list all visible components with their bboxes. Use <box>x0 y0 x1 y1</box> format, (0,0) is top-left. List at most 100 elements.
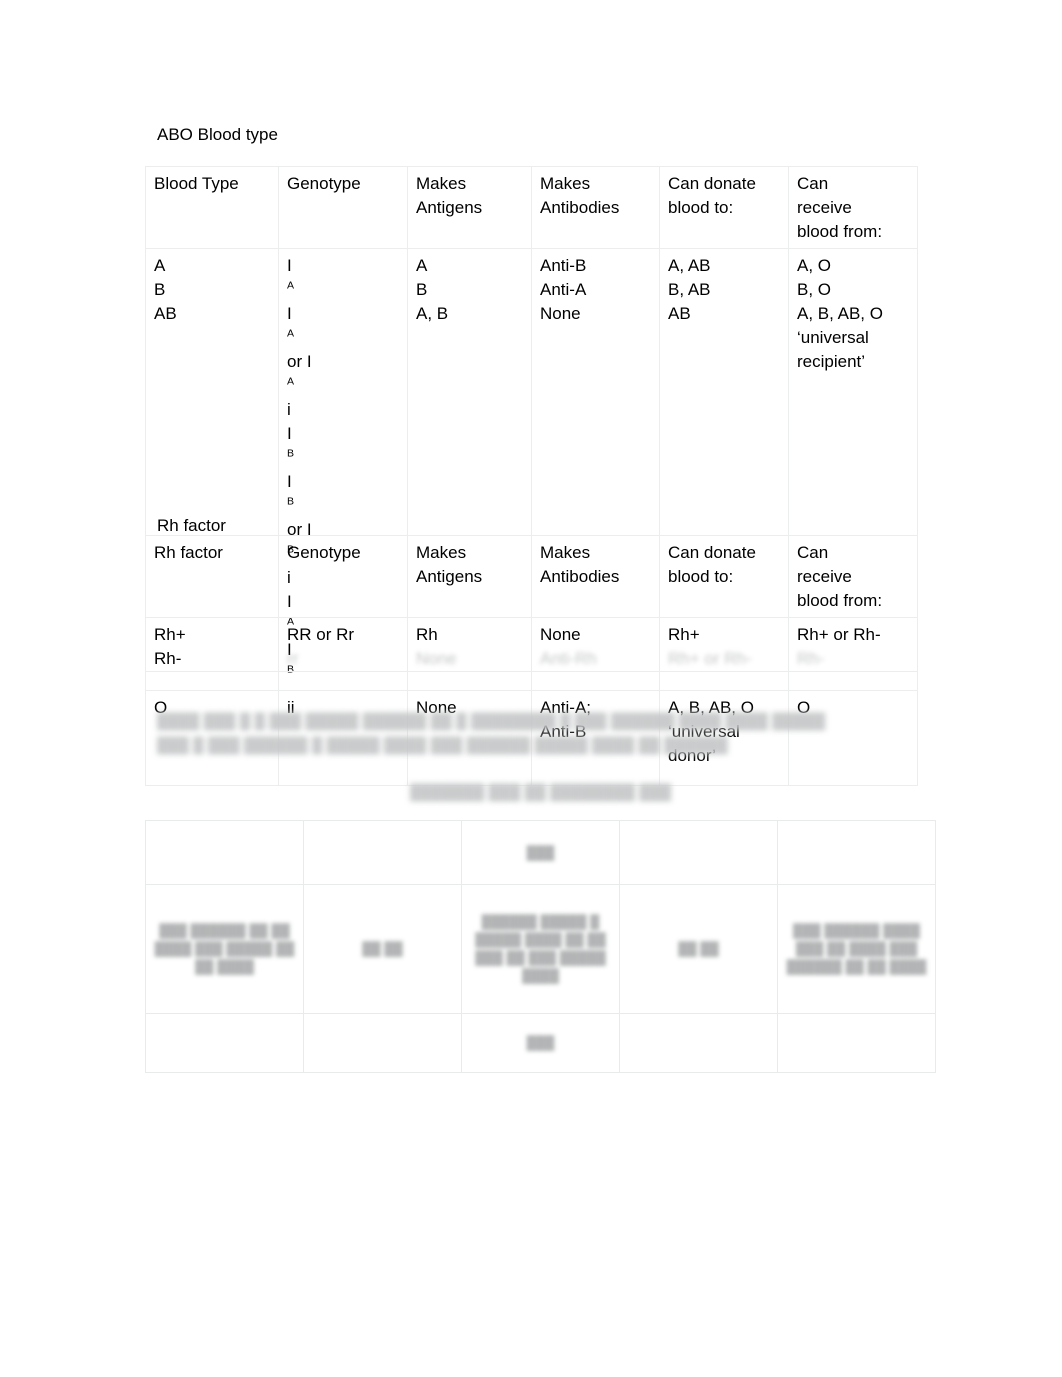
value-antibody: Anti-B <box>540 256 587 275</box>
cell-text: ███ ██████ ████ ███ ██ ████ ███ ██████ █… <box>786 923 927 974</box>
cell-text: ██ ██ <box>678 941 719 956</box>
obscured-paragraph-line: ████ ███ █ █ ███ █████ ██████ ██ █ █████… <box>157 713 826 730</box>
header-line: Blood Type <box>154 174 239 193</box>
value-can-donate: AB <box>668 304 691 323</box>
obscured-bottom-table: ███ ███ ██████ ██ ██ ████ ███ █████ ██ █… <box>145 820 936 1073</box>
value-blood-type: B <box>154 280 166 299</box>
header-cell-rh-factor: Rh factor <box>145 535 279 618</box>
cell-rh-genotypes: RR or Rr rr <box>278 617 408 672</box>
value-can-receive: B, O <box>797 280 832 299</box>
header-line: Can <box>797 543 829 562</box>
table-header-row: Blood Type Genotype Makes Antigens Makes… <box>145 166 918 249</box>
cell <box>303 1013 462 1073</box>
table-row: ███ <box>145 820 936 885</box>
header-line: Can donate <box>668 543 756 562</box>
value-blood-type: A <box>154 256 166 275</box>
obscured-paragraph: ████ ███ █ █ ███ █████ ██████ ██ █ █████… <box>157 710 857 758</box>
header-line: Antibodies <box>540 198 620 217</box>
header-cell-makes-antibodies: Makes Antibodies <box>531 535 660 618</box>
header-cell-can-donate: Can donate blood to: <box>659 166 789 249</box>
header-cell-blood-type: Blood Type <box>145 166 279 249</box>
value-can-receive: A, B, AB, O <box>797 304 883 323</box>
header-line: blood to: <box>668 567 734 586</box>
rh-factor-table: Rh factor Genotype Makes Antigens Makes … <box>145 535 918 672</box>
header-cell-genotype: Genotype <box>278 535 408 618</box>
value-can-receive: Rh+ or Rh- <box>797 625 881 644</box>
cell-text: ███ ██████ ██ ██ ████ ███ █████ ██ ██ ██… <box>154 923 295 974</box>
header-line: Can donate <box>668 174 756 193</box>
value-antibody: None <box>540 304 581 323</box>
header-cell-can-receive: Can receive blood from: <box>788 166 918 249</box>
value-rh-factor: Rh+ <box>154 625 186 644</box>
header-line: Can <box>797 174 829 193</box>
cell-text: ██████ █████ █ █████ ████ ██ ██ ███ ██ █… <box>475 914 606 983</box>
value-antigen: A, B <box>416 304 449 323</box>
table-row-rh: Rh+ Rh- RR or Rr rr Rh None None Anti-Rh… <box>145 617 918 672</box>
cell-rh-factor-values: Rh+ Rh- <box>145 617 279 672</box>
cell: ███ ██████ ████ ███ ██ ████ ███ ██████ █… <box>777 884 936 1014</box>
value-antibody: Anti-Rh <box>540 649 597 668</box>
table-row: ███ <box>145 1013 936 1073</box>
value-genotype: RR or Rr <box>287 625 355 644</box>
value-can-receive: ‘universal <box>797 328 869 347</box>
value-rh-factor: Rh- <box>154 649 182 668</box>
cell-text: ██ ██ <box>362 941 403 956</box>
cell <box>145 1013 304 1073</box>
header-line: Antigens <box>416 198 483 217</box>
rh-section-heading: Rh factor <box>157 516 226 535</box>
cell-rh-makes-antigens: Rh None <box>407 617 532 672</box>
obscured-subheading: ███████ ███ ██ ████████ ███ <box>410 784 672 801</box>
cell: ███ <box>461 1013 620 1073</box>
header-cell-makes-antigens: Makes Antigens <box>407 166 532 249</box>
value-can-donate: Rh+ <box>668 625 700 644</box>
value-antigen: A <box>416 256 428 275</box>
cell: ███ ██████ ██ ██ ████ ███ █████ ██ ██ ██… <box>145 884 304 1014</box>
abo-section-heading: ABO Blood type <box>157 125 278 144</box>
header-line: Makes <box>540 174 591 193</box>
table-row: ███ ██████ ██ ██ ████ ███ █████ ██ ██ ██… <box>145 884 936 1014</box>
cell <box>777 1013 936 1073</box>
header-line: Antigens <box>416 567 483 586</box>
cell <box>619 1013 778 1073</box>
value-antigen: B <box>416 280 428 299</box>
cell-rh-can-receive: Rh+ or Rh- Rh- <box>788 617 918 672</box>
value-can-receive: recipient’ <box>797 352 866 371</box>
obscured-paragraph-line: ███ █ ███ ██████ █ █████ ████ ███ ██████… <box>157 737 728 754</box>
header-line: blood from: <box>797 222 883 241</box>
header-line: Rh factor <box>154 543 223 562</box>
header-line: Makes <box>416 174 467 193</box>
value-can-receive: Rh- <box>797 649 825 668</box>
cell <box>145 820 304 885</box>
cell: ██████ █████ █ █████ ████ ██ ██ ███ ██ █… <box>461 884 620 1014</box>
cell <box>619 820 778 885</box>
cell-text: ███ <box>526 844 555 860</box>
cell-text: ███ <box>526 1035 555 1050</box>
header-line: Antibodies <box>540 567 620 586</box>
cell <box>303 820 462 885</box>
header-line: Genotype <box>287 174 361 193</box>
value-antibody: None <box>540 625 581 644</box>
document-page: ABO Blood type Blood Type Genotype Makes… <box>0 0 1062 1377</box>
value-can-receive: A, O <box>797 256 832 275</box>
value-can-donate: A, AB <box>668 256 711 275</box>
header-line: Makes <box>540 543 591 562</box>
table-header-row: Rh factor Genotype Makes Antigens Makes … <box>145 535 918 618</box>
value-genotype: IAIA or IAi <box>287 256 312 419</box>
cell: ██ ██ <box>303 884 462 1014</box>
value-antigen: Rh <box>416 625 438 644</box>
value-antigen: None <box>416 649 457 668</box>
header-cell-makes-antibodies: Makes Antibodies <box>531 166 660 249</box>
header-line: receive <box>797 198 852 217</box>
cell <box>777 820 936 885</box>
cell-rh-makes-antibodies: None Anti-Rh <box>531 617 660 672</box>
header-cell-can-donate: Can donate blood to: <box>659 535 789 618</box>
value-antibody: Anti-A <box>540 280 587 299</box>
header-cell-makes-antigens: Makes Antigens <box>407 535 532 618</box>
header-line: receive <box>797 567 852 586</box>
header-line: Makes <box>416 543 467 562</box>
header-line: Genotype <box>287 543 361 562</box>
value-can-donate: B, AB <box>668 280 711 299</box>
cell: ██ ██ <box>619 884 778 1014</box>
header-cell-can-receive: Can receive blood from: <box>788 535 918 618</box>
value-can-donate: Rh+ or Rh- <box>668 649 752 668</box>
